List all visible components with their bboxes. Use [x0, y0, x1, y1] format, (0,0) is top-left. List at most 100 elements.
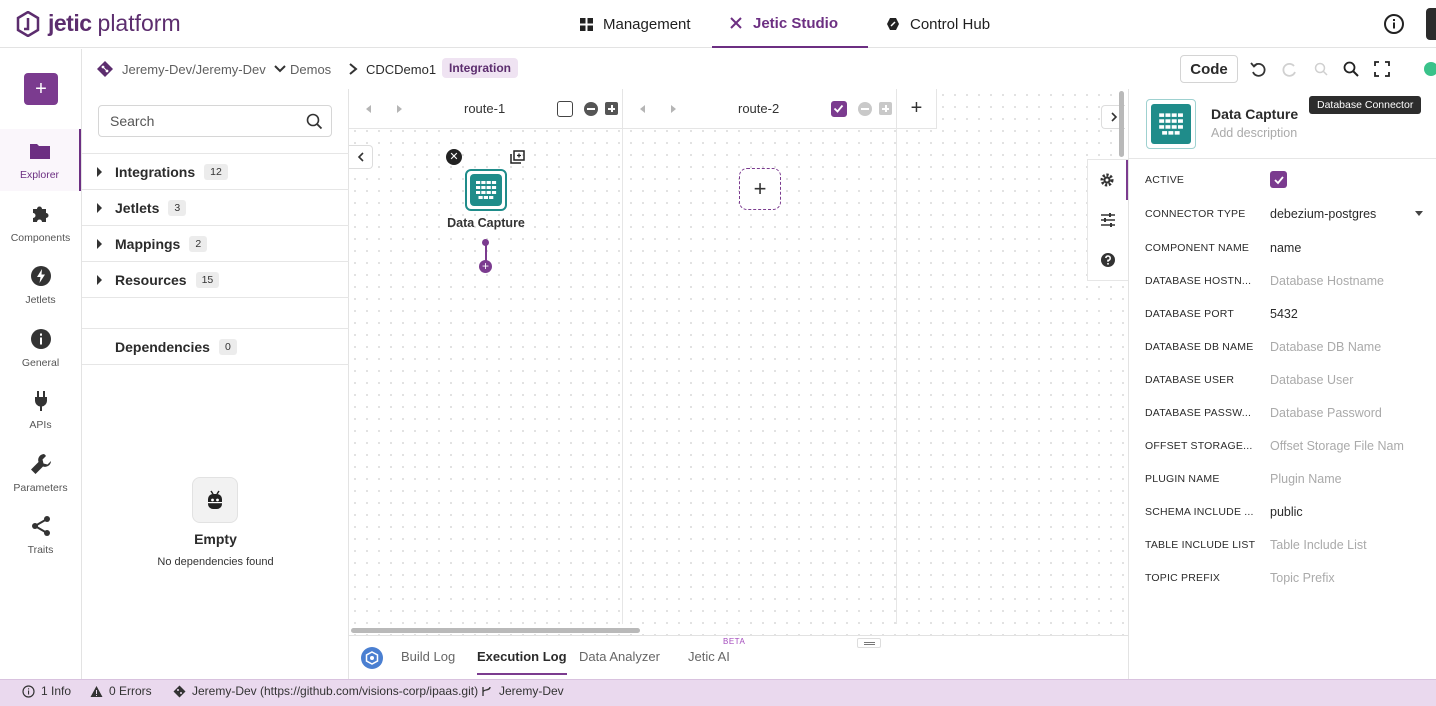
rail-item-traits[interactable]: Traits	[0, 504, 81, 566]
tree-section-jetlets[interactable]: Jetlets 3	[82, 189, 349, 225]
tree-section-integrations[interactable]: Integrations 12	[82, 153, 349, 189]
tab-execution-log[interactable]: Execution Log	[477, 649, 567, 675]
add-first-step-button[interactable]: +	[739, 168, 781, 210]
prop-connector-type[interactable]: CONNECTOR TYPE debezium-postgres	[1145, 197, 1435, 230]
code-button[interactable]: Code	[1180, 55, 1238, 83]
expand-route-icon[interactable]	[605, 102, 618, 115]
rail-item-parameters[interactable]: Parameters	[0, 442, 81, 504]
horizontal-scrollbar[interactable]	[351, 628, 640, 633]
route-select-checkbox[interactable]	[557, 101, 573, 117]
log-settings-icon[interactable]	[361, 647, 383, 669]
vertical-scrollbar[interactable]	[1119, 91, 1124, 157]
tab-jetic-ai[interactable]: Jetic AI	[688, 649, 730, 664]
status-repo[interactable]: Jeremy-Dev (https://github.com/visions-c…	[173, 680, 478, 702]
offset-storage-field[interactable]: Offset Storage File Nam	[1270, 439, 1430, 453]
help-info-icon[interactable]	[1383, 13, 1405, 35]
rail-item-parameters-label: Parameters	[13, 482, 68, 494]
resize-handle[interactable]	[857, 638, 881, 648]
prop-key: DATABASE PASSW...	[1145, 406, 1252, 419]
rail-item-general-label: General	[21, 357, 60, 369]
tree-section-mappings[interactable]: Mappings 2	[82, 225, 349, 261]
redo-icon[interactable]	[1281, 60, 1299, 78]
add-step-button[interactable]: +	[479, 260, 492, 273]
add-route-button[interactable]: +	[897, 89, 937, 129]
bolt-icon	[30, 266, 51, 286]
tab-tuning[interactable]	[1088, 200, 1128, 240]
undo-icon[interactable]	[1249, 60, 1267, 78]
sync-status-icon[interactable]	[1422, 60, 1436, 78]
prop-database-password: DATABASE PASSW... Database Password	[1145, 396, 1435, 429]
route-title[interactable]: route-1	[464, 101, 505, 116]
tab-data-analyzer[interactable]: Data Analyzer	[579, 649, 660, 664]
remove-node-icon[interactable]: ✕	[446, 149, 462, 165]
database-connector-icon	[1146, 99, 1196, 149]
tab-settings[interactable]	[1088, 160, 1128, 200]
table-include-list-field[interactable]: Table Include List	[1270, 538, 1430, 552]
create-new-button[interactable]: +	[24, 73, 58, 105]
tree-section-resources[interactable]: Resources 15	[82, 261, 349, 297]
jetic-logo[interactable]: jetic platform	[16, 10, 181, 37]
database-user-field[interactable]: Database User	[1270, 373, 1430, 387]
collapse-route-icon[interactable]	[584, 102, 598, 116]
description-field[interactable]: Add description	[1211, 126, 1297, 140]
database-password-field[interactable]: Database Password	[1270, 406, 1430, 420]
route-next-icon[interactable]	[671, 105, 676, 113]
breadcrumb-workspace[interactable]: Jeremy-Dev/Jeremy-Dev	[96, 49, 287, 89]
database-port-field[interactable]: 5432	[1270, 307, 1430, 321]
component-title[interactable]: Data Capture	[1211, 106, 1298, 122]
nav-jetic-studio[interactable]: Jetic Studio	[712, 0, 868, 48]
search-input[interactable]	[98, 105, 332, 137]
search-icon[interactable]	[306, 113, 323, 130]
breadcrumb-item[interactable]: CDCDemo1	[366, 49, 436, 89]
collapse-explorer-button[interactable]	[349, 145, 373, 169]
breadcrumb-project[interactable]: Demos	[290, 49, 359, 89]
nav-control-hub[interactable]: Control Hub	[886, 0, 990, 48]
topic-prefix-field[interactable]: Topic Prefix	[1270, 571, 1430, 585]
rail-item-jetlets[interactable]: Jetlets	[0, 254, 81, 316]
status-info[interactable]: 1 Info	[22, 680, 71, 702]
connector-type-select[interactable]: debezium-postgres	[1270, 207, 1430, 221]
nav-management[interactable]: Management	[580, 0, 691, 48]
status-branch[interactable]: Jeremy-Dev	[480, 680, 564, 702]
component-name-field[interactable]: name	[1270, 241, 1430, 255]
expand-route-icon[interactable]	[879, 102, 892, 115]
explorer-panel: Integrations 12 Jetlets 3 Mappings 2 Res…	[82, 89, 349, 679]
brand-name: jetic	[48, 10, 92, 36]
route-select-checkbox[interactable]	[831, 101, 847, 117]
rail-item-components[interactable]: Components	[0, 192, 81, 254]
duplicate-node-icon[interactable]	[510, 150, 525, 164]
info-icon	[30, 329, 51, 349]
status-errors[interactable]: 0 Errors	[90, 680, 152, 702]
rail-item-explorer[interactable]: Explorer	[0, 129, 81, 191]
empty-state-title: Empty	[194, 531, 237, 547]
database-hostname-field[interactable]: Database Hostname	[1270, 274, 1430, 288]
active-checkbox[interactable]	[1270, 171, 1287, 188]
fullscreen-icon[interactable]	[1373, 60, 1391, 78]
dropdown-caret-icon[interactable]	[1415, 211, 1423, 216]
route-next-icon[interactable]	[397, 105, 402, 113]
rail-item-general[interactable]: General	[0, 317, 81, 379]
tab-help[interactable]	[1088, 240, 1128, 280]
database-db-name-field[interactable]: Database DB Name	[1270, 340, 1430, 354]
zoom-in-icon[interactable]	[1342, 60, 1360, 78]
nav-control-hub-label: Control Hub	[910, 15, 991, 33]
zoom-out-icon[interactable]	[1312, 60, 1330, 78]
route-title[interactable]: route-2	[738, 101, 779, 116]
route-divider	[622, 129, 623, 624]
schema-include-field[interactable]: public	[1270, 505, 1430, 519]
data-capture-node[interactable]	[465, 169, 507, 211]
route-canvas[interactable]: route-1 route-2 + ✕ Data Capture + +	[349, 89, 1128, 635]
dependencies-header[interactable]: Dependencies 0	[82, 329, 349, 365]
plugin-name-field[interactable]: Plugin Name	[1270, 472, 1430, 486]
tab-build-log[interactable]: Build Log	[401, 649, 455, 664]
rail-item-apis[interactable]: APIs	[0, 379, 81, 441]
node-label: Data Capture	[447, 216, 525, 230]
count-badge: 0	[218, 338, 237, 355]
prop-key: SCHEMA INCLUDE ...	[1145, 505, 1254, 518]
route-divider	[896, 129, 897, 624]
route-prev-icon[interactable]	[640, 105, 645, 113]
collapse-route-icon[interactable]	[858, 102, 872, 116]
route-prev-icon[interactable]	[366, 105, 371, 113]
user-avatar[interactable]	[1426, 8, 1436, 40]
prop-component-name: COMPONENT NAME name	[1145, 231, 1435, 264]
